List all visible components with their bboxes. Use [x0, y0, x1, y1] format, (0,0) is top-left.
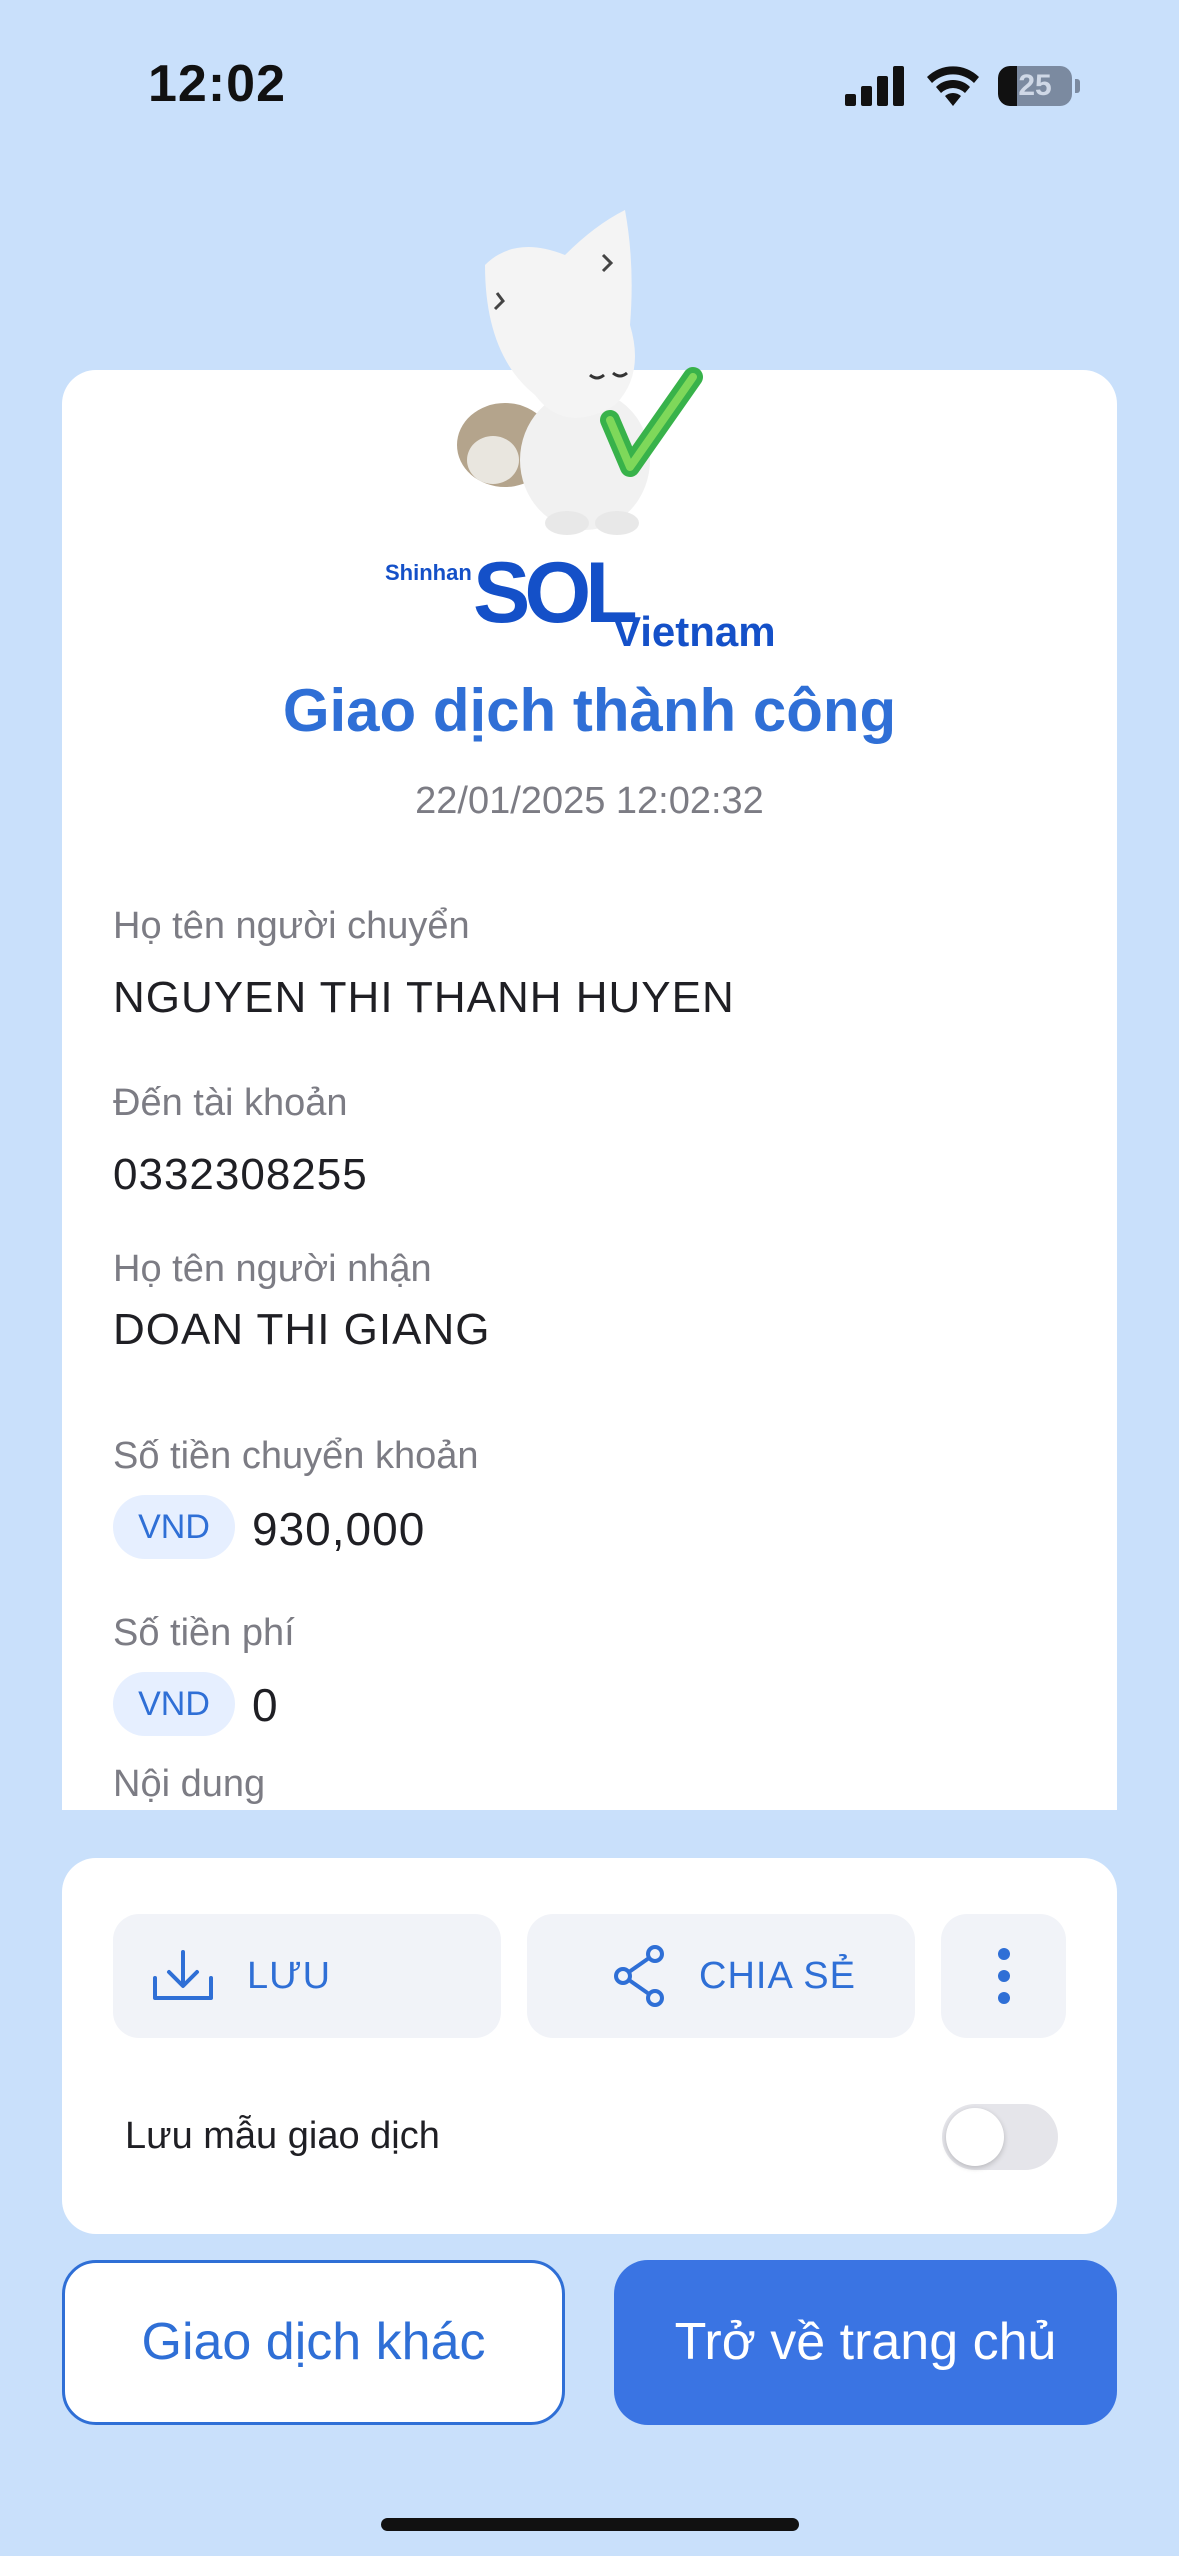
- share-icon: [614, 1945, 664, 2007]
- save-button[interactable]: LƯU: [113, 1914, 501, 2038]
- recipient-value: DOAN THI GIANG: [113, 1305, 491, 1354]
- brand-sol-text: SOL: [473, 545, 638, 641]
- wifi-icon: [927, 66, 979, 106]
- status-time: 12:02: [148, 55, 286, 113]
- mascot-illustration: [457, 210, 703, 535]
- content-label: Nội dung: [113, 1763, 266, 1805]
- amount-label: Số tiền chuyển khoản: [113, 1435, 479, 1477]
- to-account-label: Đến tài khoản: [113, 1082, 348, 1124]
- home-indicator[interactable]: [381, 2518, 799, 2531]
- more-vertical-icon: [997, 1948, 1010, 2004]
- fee-value: 0: [252, 1679, 279, 1731]
- action-card: LƯU CHIA SẺ Lưu mẫu giao dịch: [62, 1858, 1117, 2234]
- battery-icon: 25: [998, 66, 1080, 106]
- battery-level: 25: [1018, 69, 1052, 102]
- recipient-label: Họ tên người nhận: [113, 1248, 432, 1290]
- fee-label: Số tiền phí: [113, 1612, 295, 1654]
- save-template-toggle[interactable]: [942, 2104, 1058, 2170]
- to-account-value: 0332308255: [113, 1150, 368, 1199]
- sender-label: Họ tên người chuyển: [113, 905, 470, 947]
- other-transaction-button[interactable]: Giao dịch khác: [62, 2260, 565, 2425]
- signal-icon: [845, 66, 904, 106]
- status-bar: 12:02 25: [0, 0, 1179, 170]
- share-button-label: CHIA SẺ: [699, 1954, 856, 1997]
- save-template-label: Lưu mẫu giao dịch: [125, 2115, 440, 2157]
- success-title: Giao dịch thành công: [282, 677, 897, 744]
- fee-currency-badge: VND: [113, 1672, 235, 1736]
- return-home-button[interactable]: Trở về trang chủ: [614, 2260, 1117, 2425]
- download-icon: [153, 1950, 213, 2000]
- brand-shinhan-text: Shinhan: [385, 560, 472, 585]
- amount-value: 930,000: [252, 1503, 426, 1555]
- share-button[interactable]: CHIA SẺ: [527, 1914, 915, 2038]
- amount-currency-badge: VND: [113, 1495, 235, 1559]
- transaction-timestamp: 22/01/2025 12:02:32: [415, 780, 764, 822]
- brand-vietnam-text: Vietnam: [613, 608, 776, 655]
- sender-value: NGUYEN THI THANH HUYEN: [113, 973, 735, 1022]
- brand-logo: Shinhan SOL Vietnam: [385, 545, 805, 660]
- save-button-label: LƯU: [247, 1954, 332, 1997]
- more-options-button[interactable]: [941, 1914, 1066, 2038]
- toggle-knob: [946, 2108, 1004, 2166]
